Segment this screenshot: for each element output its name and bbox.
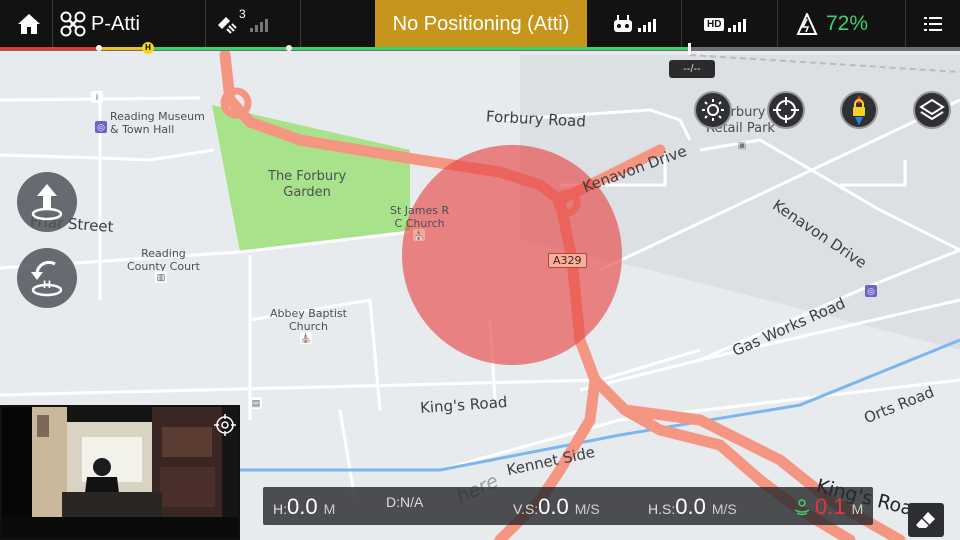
target-icon (214, 414, 236, 436)
height-value: 0.0 (287, 494, 318, 519)
progress-start-dot (96, 45, 102, 51)
app-root: Forbury Road Kenavon Drive Kenavon Drive… (0, 0, 960, 540)
distance-readout: --/-- (669, 60, 715, 78)
remote-signal[interactable] (612, 0, 672, 48)
clear-path-button[interactable] (908, 503, 944, 537)
distance-value: N/A (400, 494, 424, 510)
hd-badge: HD (704, 17, 725, 31)
camera-feed-image (2, 407, 238, 538)
poi-label-reading-museum: Reading Museum & Town Hall (110, 110, 205, 137)
return-to-home-button[interactable]: H (17, 248, 77, 308)
map-layers-button[interactable] (913, 91, 951, 129)
rc-signal-bars (638, 16, 656, 32)
home-point-marker: H (142, 42, 154, 54)
vertical-speed-readout: V.S: 0.0 M/S (513, 494, 600, 519)
top-status-bar: P-Atti 3 No Positioning (Atti) HD 72% H (0, 0, 960, 55)
layers-icon (919, 98, 945, 121)
poi-label-abbey-baptist-church: Abbey Baptist Church (270, 307, 347, 334)
vps-altitude-readout: 0.1 M (793, 494, 863, 520)
map-lock-button[interactable] (840, 91, 878, 129)
gps-status[interactable]: 3 (215, 0, 295, 48)
vision-sensor-icon (794, 499, 810, 516)
park-label-forbury-garden: The Forbury Garden (268, 169, 347, 200)
shopping-bag-icon[interactable]: ▣ (736, 139, 748, 151)
battery-percent: 72% (826, 12, 869, 35)
poi-pin-icon[interactable]: ◎ (865, 285, 877, 297)
locate-aircraft-button[interactable] (767, 91, 805, 129)
battery-status[interactable]: 72% (796, 0, 886, 48)
gps-signal-bars (249, 16, 268, 32)
satellite-count: 3 (239, 7, 246, 21)
telemetry-bar: H: 0.0 M D: N/A V.S: 0.0 M/S H.S: 0.0 M/… (263, 487, 873, 525)
info-pin-icon[interactable]: i (91, 91, 103, 103)
drone-icon (60, 11, 86, 37)
battery-icon (796, 13, 818, 35)
hd-signal-bars (728, 16, 747, 32)
map-brightness-button[interactable] (694, 91, 732, 129)
flight-mode-label: P-Atti (91, 12, 140, 35)
menu-button[interactable] (918, 0, 948, 48)
takeoff-button[interactable] (17, 172, 77, 232)
eraser-icon (916, 512, 935, 528)
horizontal-speed-readout: H.S: 0.0 M/S (648, 494, 737, 519)
preview-target-button[interactable] (214, 414, 236, 436)
horizontal-speed-value: 0.0 (675, 494, 706, 519)
compass-lock-icon (853, 95, 865, 125)
vps-altitude-value: 0.1 (815, 494, 846, 519)
court-pin-icon[interactable]: ▥ (155, 271, 167, 283)
sun-icon (702, 99, 724, 121)
takeoff-icon (31, 184, 63, 221)
aircraft-progress-marker (688, 43, 691, 55)
church-pin-icon[interactable]: ⛪ (413, 229, 425, 241)
poi-label-st-james-church: St James R C Church (390, 204, 450, 231)
distance-readout-telemetry: D: N/A (386, 494, 424, 510)
crosshair-icon (773, 97, 799, 123)
progress-mid-dot (286, 45, 292, 51)
height-readout: H: 0.0 M (273, 494, 336, 519)
satellite-icon (218, 17, 237, 34)
return-home-icon: H (31, 260, 63, 297)
baptist-church-pin-icon[interactable]: ⛪ (300, 332, 312, 344)
video-signal[interactable]: HD (704, 0, 764, 48)
home-button[interactable] (6, 0, 52, 48)
menu-icon (924, 17, 942, 31)
positioning-status[interactable]: No Positioning (Atti) (375, 0, 587, 48)
flight-mode[interactable]: P-Atti (60, 0, 200, 48)
library-pin-icon[interactable]: ▤ (250, 397, 262, 409)
museum-pin-icon[interactable]: ◎ (95, 121, 107, 133)
camera-preview[interactable] (0, 405, 240, 540)
flight-progress-bar: H (0, 42, 960, 55)
poi-label-reading-county-court: Reading County Court (127, 247, 200, 274)
home-icon (18, 14, 40, 34)
vertical-speed-value: 0.0 (538, 494, 569, 519)
road-shield-a329: A329 (548, 253, 587, 269)
remote-controller-icon (614, 15, 632, 32)
